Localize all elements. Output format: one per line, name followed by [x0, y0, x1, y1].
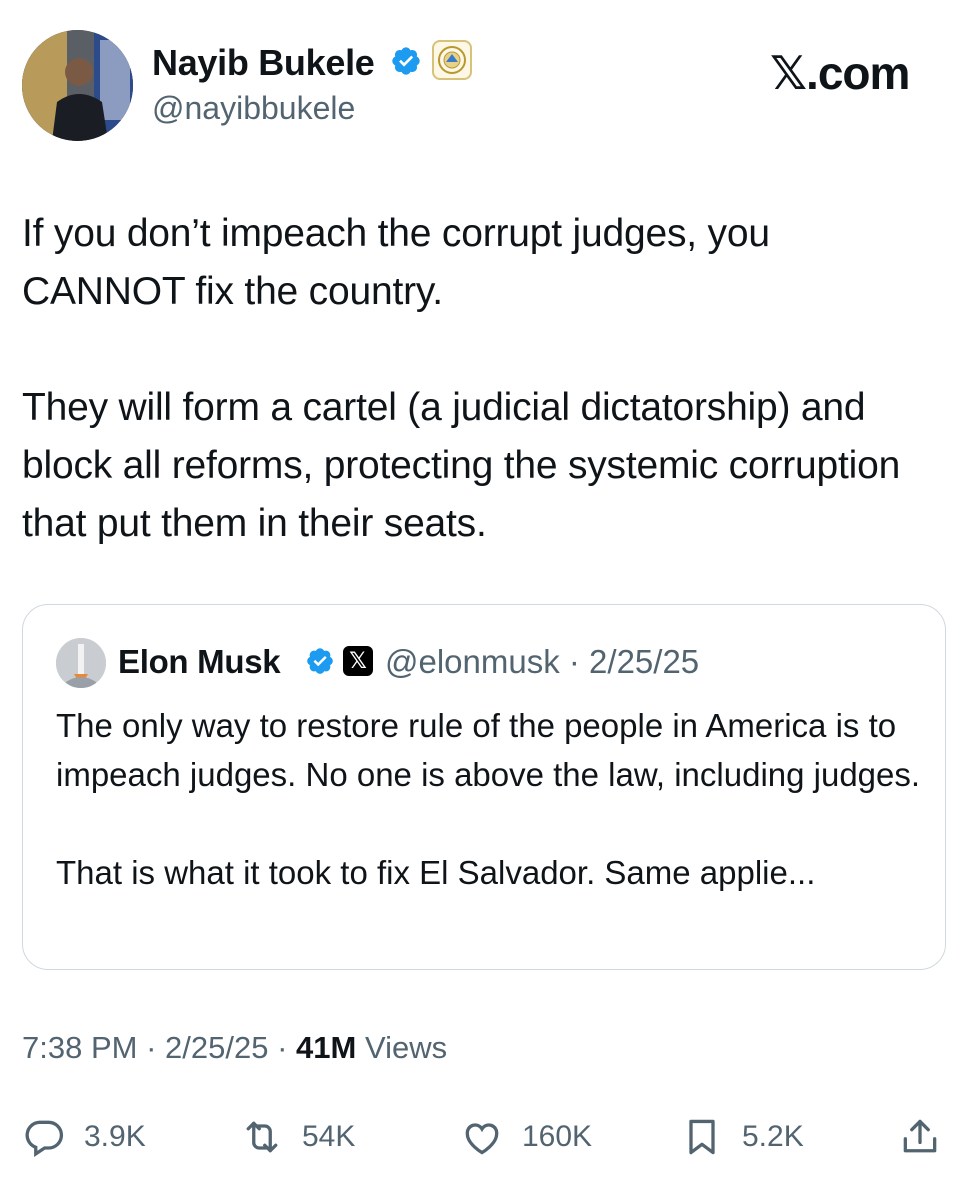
views-count: 41M [296, 1030, 357, 1065]
quoted-author-display-name[interactable]: Elon Musk [118, 643, 281, 681]
quoted-handle-date[interactable]: @elonmusk · 2/25/25 [385, 643, 699, 681]
verified-icon [305, 646, 335, 676]
repost-icon [246, 1121, 278, 1153]
separator: · [137, 1030, 166, 1065]
tweet-meta: 7:38 PM · 2/25/25 · 41M Views [22, 1030, 447, 1066]
government-seal-icon [432, 40, 472, 80]
repost-button[interactable]: 54K [240, 1112, 355, 1162]
separator: · [268, 1030, 297, 1065]
quoted-tweet-card[interactable]: Elon Musk 𝕏 @elonmusk · 2/25/25 The only… [22, 604, 946, 970]
views-label: Views [364, 1030, 448, 1065]
author-display-name[interactable]: Nayib Bukele [152, 42, 375, 84]
repost-count: 54K [302, 1120, 356, 1153]
tweet-time[interactable]: 7:38 PM [22, 1030, 137, 1065]
bookmark-count: 5.2K [742, 1120, 804, 1153]
share-button[interactable] [898, 1112, 942, 1162]
like-icon [465, 1123, 499, 1155]
bookmark-icon [689, 1119, 715, 1155]
like-count: 160K [522, 1120, 593, 1153]
quoted-tweet-text: The only way to restore rule of the peop… [56, 707, 921, 891]
brand-wordmark: 𝕏.com [770, 47, 910, 99]
tweet-text: If you don’t impeach the corrupt judges,… [22, 212, 901, 545]
author-handle[interactable]: @nayibbukele [152, 90, 355, 127]
quoted-author-avatar[interactable] [56, 638, 106, 688]
reply-count: 3.9K [84, 1120, 146, 1153]
reply-icon [25, 1120, 64, 1157]
tweet-date[interactable]: 2/25/25 [165, 1030, 268, 1065]
x-logo-icon: 𝕏 [343, 646, 373, 676]
author-avatar[interactable] [22, 30, 133, 141]
like-button[interactable]: 160K [460, 1112, 592, 1162]
reply-button[interactable]: 3.9K [22, 1112, 146, 1162]
share-icon [903, 1119, 937, 1153]
bookmark-button[interactable]: 5.2K [680, 1112, 804, 1162]
verified-icon [390, 45, 422, 77]
